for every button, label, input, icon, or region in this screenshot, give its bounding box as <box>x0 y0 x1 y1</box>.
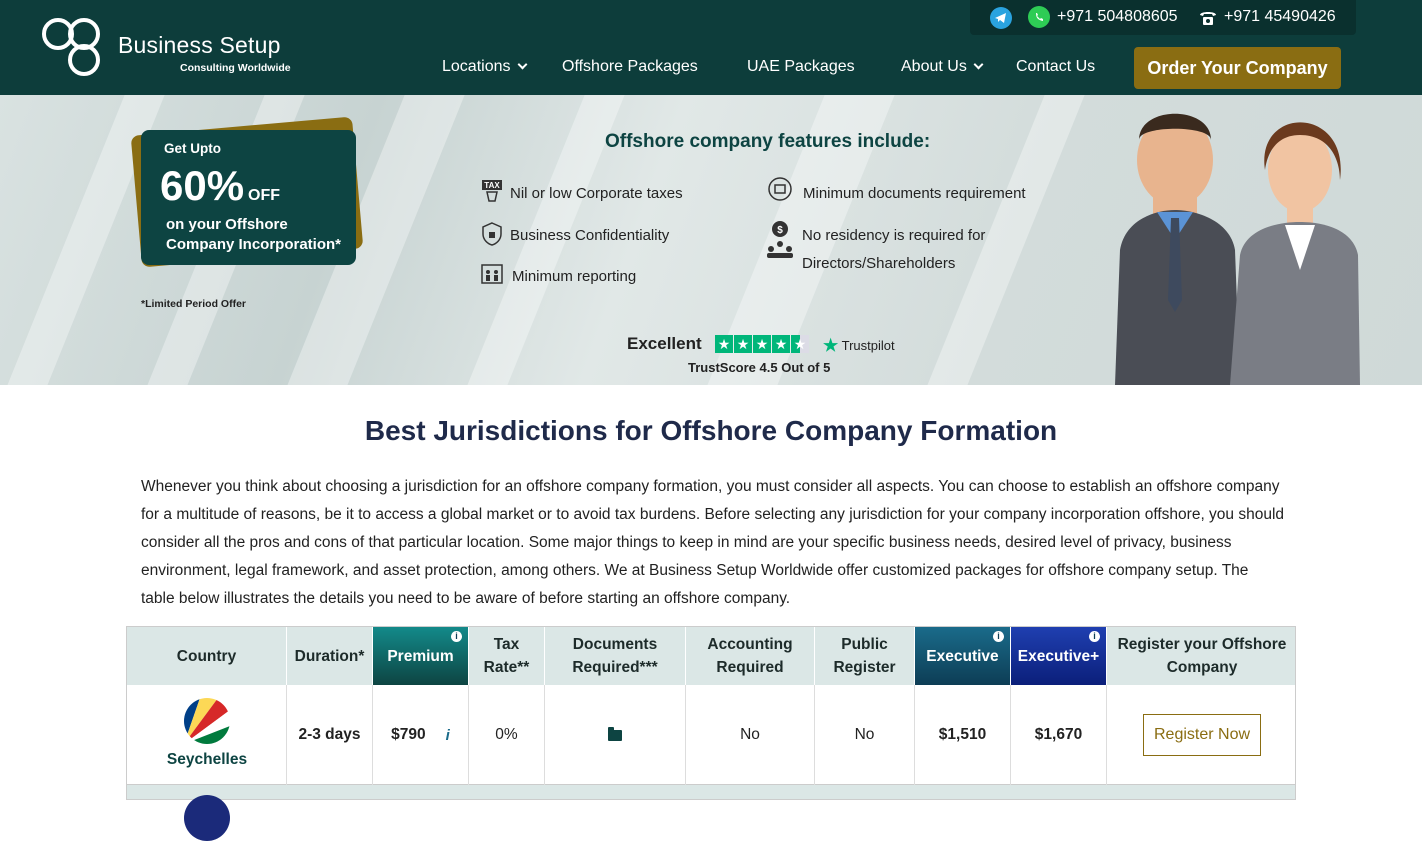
logo-name: Business Setup <box>118 32 281 58</box>
promo-off: OFF <box>248 187 280 204</box>
nav-uae-packages-label: UAE Packages <box>747 58 855 75</box>
nav-contact-us-label: Contact Us <box>1016 58 1096 75</box>
promo-line3: on your Offshore <box>166 216 288 233</box>
star-icon: ★ <box>753 335 771 353</box>
whatsapp-phone-link[interactable]: +971 504808605 <box>1057 8 1178 26</box>
feature-item: Nil or low Corporate taxes <box>510 185 683 202</box>
nav-locations[interactable]: Locations <box>442 58 527 76</box>
chevron-down-icon <box>973 59 984 70</box>
nav-locations-label: Locations <box>442 58 511 75</box>
table-header-register: Register your Offshore Company <box>1107 627 1295 685</box>
trustpilot-star-icon: ★ <box>823 336 839 355</box>
star-icon: ★ <box>715 335 733 353</box>
nav-uae-packages[interactable]: UAE Packages <box>747 58 855 76</box>
table-header-public-register: Public Register <box>815 627 915 685</box>
site-header: Business Setup Consulting Worldwide +971… <box>0 0 1422 95</box>
nav-offshore-packages[interactable]: Offshore Packages <box>562 58 698 76</box>
svg-text:$: $ <box>777 225 783 236</box>
table-header-tax-rate: Tax Rate** <box>469 627 545 685</box>
promo-card: Get Upto 60% OFF on your Offshore Compan… <box>141 130 356 265</box>
nav-offshore-packages-label: Offshore Packages <box>562 58 698 75</box>
landline-phone-link[interactable]: +971 45490426 <box>1224 8 1336 26</box>
features-title: Offshore company features include: <box>605 131 931 152</box>
info-icon[interactable]: i <box>446 727 450 744</box>
promo-line4: Company Incorporation* <box>166 236 342 253</box>
table-row: Seychelles 2-3 days $790 i 0% No No $1,51… <box>127 685 1295 785</box>
logo-mark-icon <box>42 18 100 76</box>
business-people-image <box>1115 113 1360 385</box>
table-header-executive[interactable]: Executive i <box>915 627 1011 685</box>
trustpilot-stars: ★ ★ ★ ★ ★ <box>715 335 810 353</box>
whatsapp-icon[interactable] <box>1028 6 1050 28</box>
public-register-cell: No <box>815 685 915 785</box>
telephone-icon <box>1200 12 1216 25</box>
seychelles-flag-icon[interactable] <box>184 698 230 744</box>
nav-about-us[interactable]: About Us <box>901 58 984 76</box>
feature-item: No residency is required for <box>802 227 986 244</box>
page-heading: Best Jurisdictions for Offshore Company … <box>364 415 1058 446</box>
info-icon[interactable]: i <box>993 631 1004 642</box>
promo-line1: Get Upto <box>164 141 221 156</box>
promo-percent: 60% <box>160 162 245 209</box>
register-now-button[interactable]: Register Now <box>1143 714 1261 756</box>
country-name[interactable]: Seychelles <box>127 751 287 769</box>
trust-rating-word: Excellent <box>627 334 702 353</box>
jurisdictions-table: Country Duration* Premium i Tax Rate** D… <box>126 626 1296 800</box>
table-header-country: Country <box>127 627 287 685</box>
documents-cell <box>545 685 686 785</box>
info-icon[interactable]: i <box>1089 631 1100 642</box>
feature-item: Minimum reporting <box>512 268 637 285</box>
accounting-cell: No <box>686 685 815 785</box>
svg-text:TAX: TAX <box>484 181 500 190</box>
feature-item: Minimum documents requirement <box>803 185 1026 202</box>
site-logo[interactable]: Business Setup Consulting Worldwide <box>40 16 300 80</box>
logo-tagline: Consulting Worldwide <box>180 62 291 74</box>
premium-price: $790 <box>391 726 426 743</box>
star-icon: ★ <box>734 335 752 353</box>
table-header-documents: Documents Required*** <box>545 627 686 685</box>
tax-rate-cell: 0% <box>469 685 545 785</box>
info-icon[interactable]: i <box>451 631 462 642</box>
register-cell: Register Now <box>1107 685 1295 785</box>
trustpilot-brand: Trustpilot <box>841 338 895 353</box>
executive-plus-cell: $1,670 <box>1011 685 1107 785</box>
promo-description: on your Offshore Company Incorporation* <box>166 215 341 255</box>
no-residency-icon: $ <box>767 221 793 258</box>
table-header-executive-plus[interactable]: Executive+ i <box>1011 627 1107 685</box>
documents-icon <box>768 177 792 201</box>
order-company-button[interactable]: Order Your Company <box>1134 47 1341 89</box>
next-country-flag-icon[interactable] <box>184 795 230 841</box>
table-header-premium[interactable]: Premium i <box>373 627 469 685</box>
table-row <box>127 785 1295 799</box>
tax-icon: TAX <box>482 180 502 202</box>
feature-item: Directors/Shareholders <box>802 255 956 272</box>
table-header-duration: Duration* <box>287 627 373 685</box>
folder-icon[interactable] <box>608 726 622 741</box>
reporting-icon <box>481 264 503 284</box>
table-header-premium-label: Premium <box>387 647 454 665</box>
shield-icon <box>482 222 502 246</box>
table-header-accounting: Accounting Required <box>686 627 815 685</box>
duration-cell: 2-3 days <box>287 685 373 785</box>
table-header-executive-label: Executive <box>926 647 999 665</box>
nav-about-us-label: About Us <box>901 58 967 75</box>
contact-bar: +971 504808605 +971 45490426 <box>970 0 1356 35</box>
telegram-icon[interactable] <box>990 7 1012 29</box>
star-half-icon: ★ <box>791 335 809 353</box>
feature-item: Business Confidentiality <box>510 227 670 244</box>
intro-paragraph: Whenever you think about choosing a juri… <box>141 478 1285 607</box>
trustscore-text: TrustScore 4.5 Out of 5 <box>688 360 831 375</box>
trustpilot-logo[interactable]: ★ Trustpilot <box>823 335 895 355</box>
table-header-executive-plus-label: Executive+ <box>1017 647 1100 665</box>
nav-contact-us[interactable]: Contact Us <box>1016 58 1095 76</box>
limited-offer-note: *Limited Period Offer <box>141 298 247 310</box>
chevron-down-icon <box>517 59 527 70</box>
country-cell: Seychelles <box>127 685 287 785</box>
premium-cell: $790 i <box>373 685 469 785</box>
executive-cell: $1,510 <box>915 685 1011 785</box>
star-icon: ★ <box>772 335 790 353</box>
